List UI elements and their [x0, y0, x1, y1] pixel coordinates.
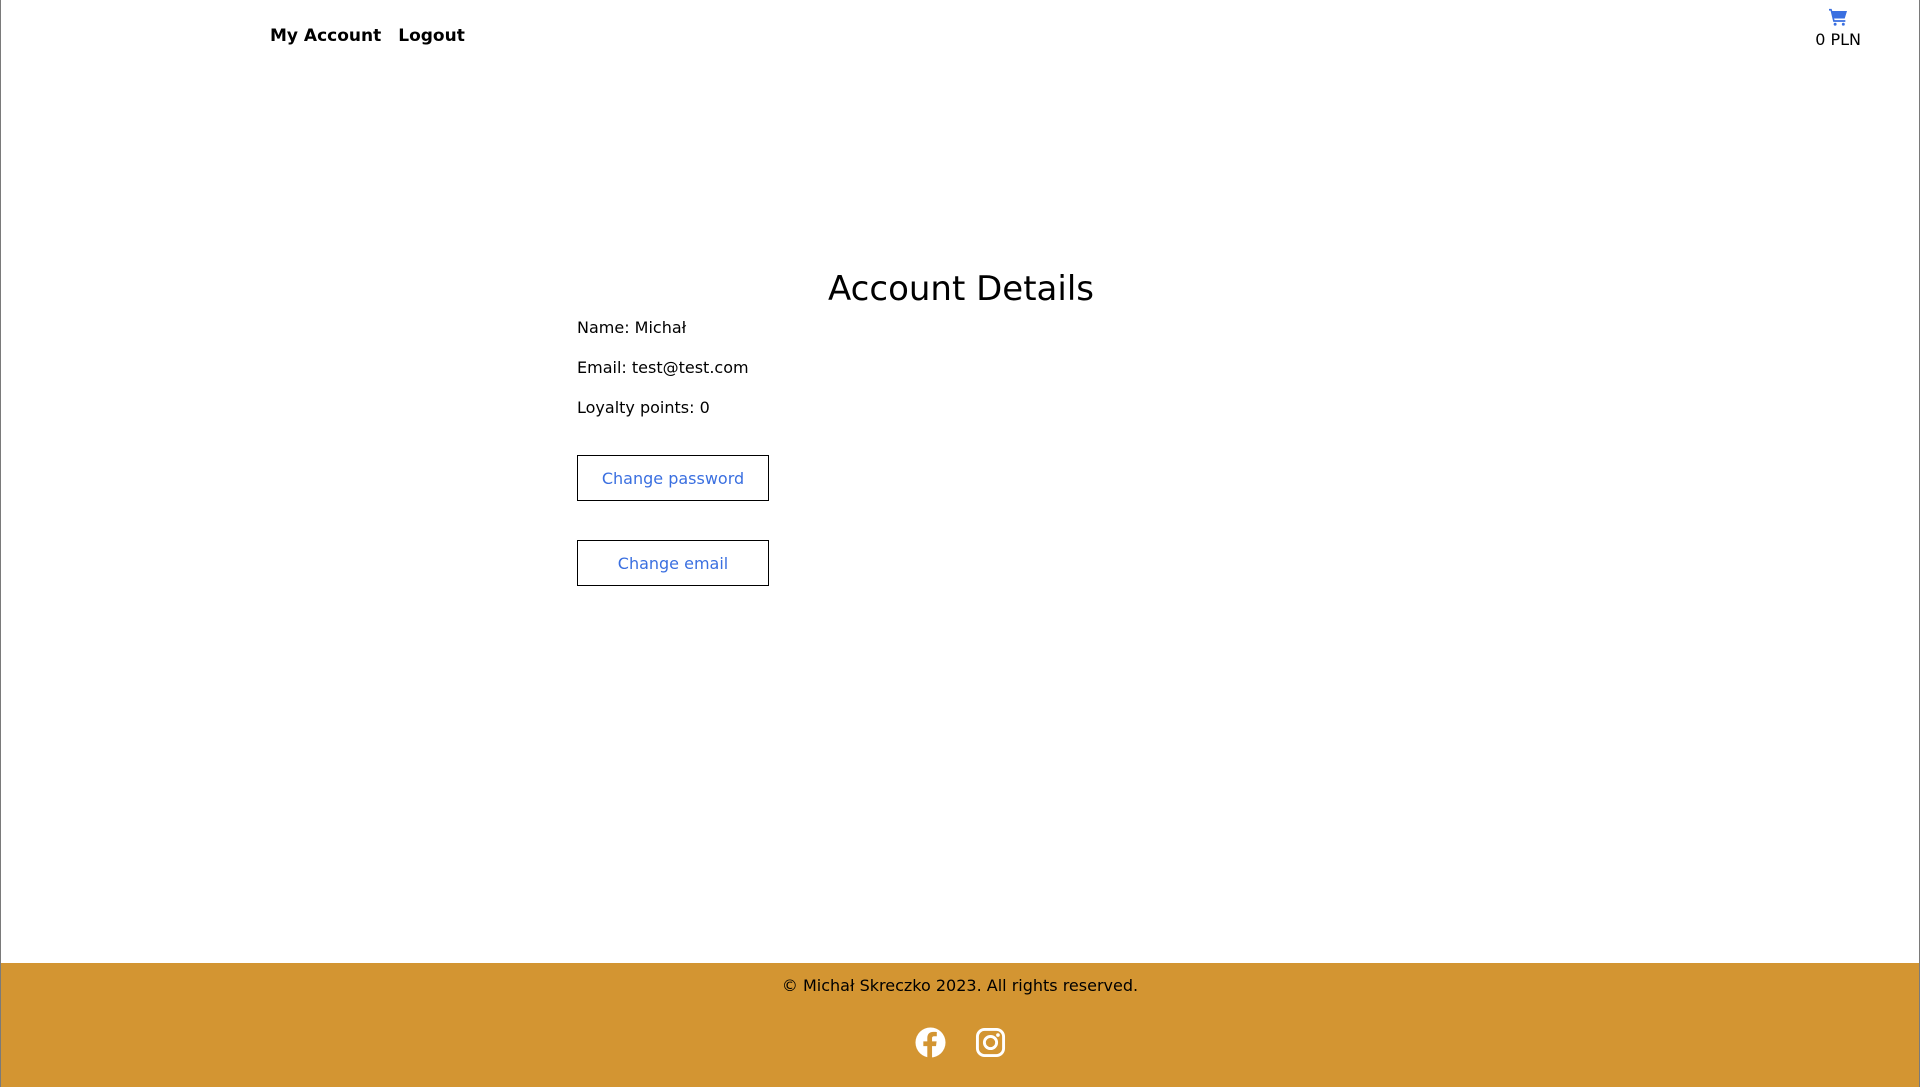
account-details: Name: Michał Email: test@test.com Loyalt…: [577, 318, 749, 438]
social-links: [1, 1027, 1919, 1058]
top-nav: My Account Logout: [270, 26, 465, 46]
instagram-icon[interactable]: [975, 1027, 1006, 1058]
change-password-button[interactable]: Change password: [577, 455, 769, 501]
my-account-link[interactable]: My Account: [270, 26, 381, 46]
page-title: Account Details: [828, 269, 1094, 309]
page: My Account Logout 0 PLN Account Details …: [0, 0, 1920, 1087]
copyright-text: © Michał Skreczko 2023. All rights reser…: [781, 976, 1139, 995]
cart-icon[interactable]: [1828, 8, 1848, 26]
loyalty-points: Loyalty points: 0: [577, 398, 710, 417]
change-email-button[interactable]: Change email: [577, 540, 769, 586]
logout-link[interactable]: Logout: [398, 26, 465, 46]
account-name: Name: Michał: [577, 318, 687, 337]
footer: © Michał Skreczko 2023. All rights reser…: [1, 963, 1919, 1087]
cart-total: 0 PLN: [1815, 30, 1861, 49]
account-email: Email: test@test.com: [577, 358, 749, 377]
cart-widget[interactable]: 0 PLN: [1815, 8, 1861, 49]
facebook-icon[interactable]: [914, 1027, 946, 1058]
